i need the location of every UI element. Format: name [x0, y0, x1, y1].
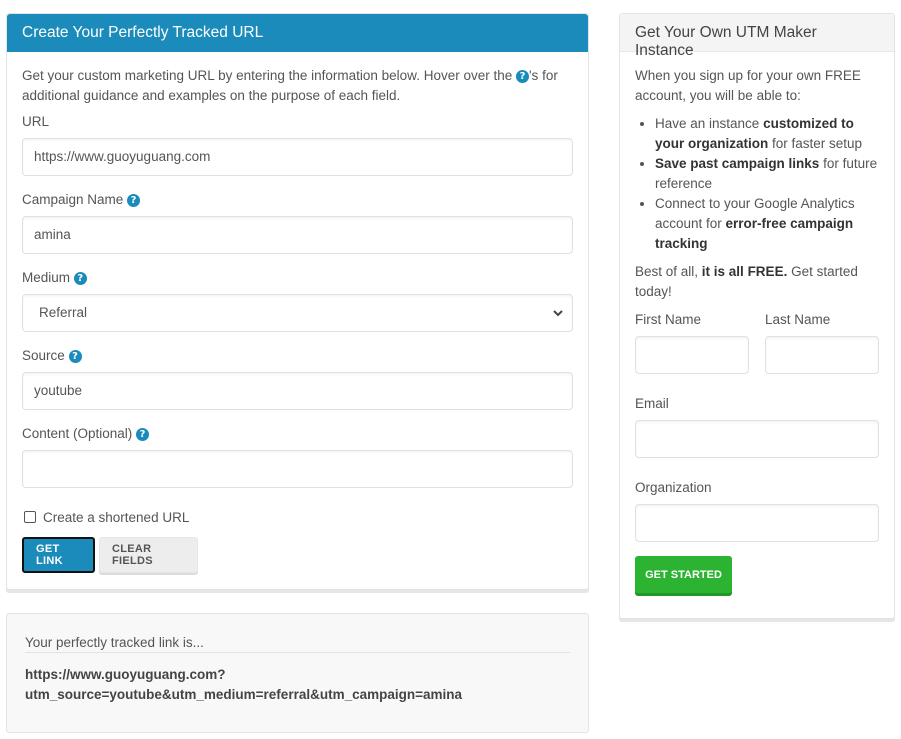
organization-input[interactable] [635, 504, 879, 542]
content-group: Content (Optional) ? [22, 424, 573, 488]
closing-text: Best of all, [635, 264, 702, 279]
last-name-input[interactable] [765, 336, 879, 374]
benefit-item: Connect to your Google Analytics account… [655, 194, 879, 254]
benefit-item: Have an instance customized to your orga… [655, 114, 879, 154]
email-label: Email [635, 396, 669, 411]
campaign-group: Campaign Name ? amina [22, 190, 573, 254]
url-label: URL [22, 114, 50, 129]
url-builder-panel: Create Your Perfectly Tracked URL Get yo… [6, 13, 589, 590]
benefit-item: Save past campaign links for future refe… [655, 154, 879, 194]
shorten-url-checkbox[interactable] [24, 511, 36, 523]
name-row: First Name Last Name [635, 310, 879, 374]
shorten-url-label[interactable]: Create a shortened URL [43, 510, 189, 525]
source-input[interactable]: youtube [22, 372, 573, 410]
signup-intro: When you sign up for your own FREE accou… [635, 68, 861, 103]
first-name-label: First Name [635, 312, 702, 327]
result-panel: Your perfectly tracked link is... https:… [6, 613, 589, 733]
clear-fields-button[interactable]: CLEAR FIELDS [99, 537, 198, 573]
benefit-bold: Save past campaign links [655, 156, 820, 171]
get-started-button[interactable]: GET STARTED [635, 556, 732, 593]
help-icon[interactable]: ? [68, 350, 82, 363]
last-name-label: Last Name [765, 312, 831, 327]
chevron-down-icon [553, 310, 563, 317]
closing-bold: it is all FREE. [701, 264, 788, 279]
source-group: Source ? youtube [22, 346, 573, 410]
medium-label: Medium ? [22, 268, 573, 288]
result-title: Your perfectly tracked link is... [25, 635, 570, 653]
campaign-label: Campaign Name ? [22, 190, 573, 210]
organization-label: Organization [635, 480, 712, 495]
organization-group: Organization [635, 478, 879, 542]
intro-text: Get your custom marketing URL by enterin… [22, 66, 573, 106]
email-input[interactable] [635, 420, 879, 458]
medium-group: Medium ? Referral [22, 268, 573, 332]
campaign-name-input[interactable]: amina [22, 216, 573, 254]
tracked-link-line1: https://www.guoyuguang.com? [25, 667, 226, 682]
medium-selected-value: Referral [39, 305, 88, 320]
action-buttons: GET LINK CLEAR FIELDS [22, 537, 573, 573]
help-icon[interactable]: ? [136, 428, 150, 441]
url-input[interactable]: https://www.guoyuguang.com [22, 138, 573, 176]
panel-title: Create Your Perfectly Tracked URL [7, 14, 588, 52]
medium-label-text: Medium [22, 270, 71, 285]
help-icon: ? [515, 70, 529, 83]
medium-select[interactable]: Referral [22, 294, 573, 332]
first-name-input[interactable] [635, 336, 749, 374]
content-input[interactable] [22, 450, 573, 488]
benefit-text: Have an instance [655, 116, 764, 131]
signup-panel-title: Get Your Own UTM Maker Instance [620, 14, 894, 59]
benefits-list: Have an instance customized to your orga… [635, 114, 879, 254]
help-icon[interactable]: ? [127, 194, 141, 207]
intro-text-part1: Get your custom marketing URL by enterin… [22, 68, 516, 83]
tracked-link[interactable]: https://www.guoyuguang.com? utm_source=y… [25, 665, 570, 705]
email-group: Email [635, 394, 879, 458]
source-label: Source ? [22, 346, 573, 366]
content-label: Content (Optional) ? [22, 424, 573, 444]
signup-panel: Get Your Own UTM Maker Instance When you… [619, 13, 895, 619]
campaign-label-text: Campaign Name [22, 192, 124, 207]
signup-closing: Best of all, it is all FREE. Get started… [635, 262, 879, 302]
get-link-button[interactable]: GET LINK [22, 537, 95, 573]
source-label-text: Source [22, 348, 65, 363]
url-group: URL https://www.guoyuguang.com [22, 112, 573, 176]
benefit-text: for faster setup [768, 136, 863, 151]
content-label-text: Content (Optional) [22, 426, 133, 441]
help-icon[interactable]: ? [73, 272, 87, 285]
tracked-link-line2: utm_source=youtube&utm_medium=referral&u… [25, 687, 463, 702]
shorten-url-row: Create a shortened URL [22, 508, 573, 526]
